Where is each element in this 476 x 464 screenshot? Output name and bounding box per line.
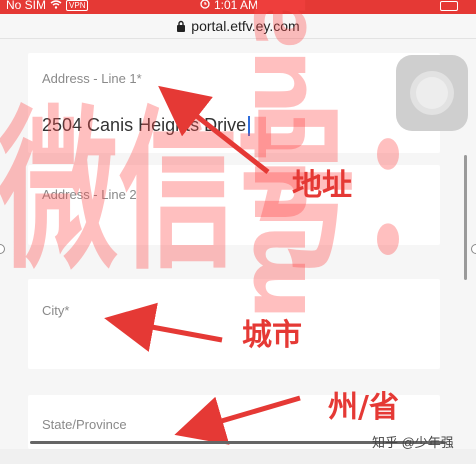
arrow-city	[104, 302, 223, 352]
annotation-city: 城市	[242, 318, 302, 353]
bottom-bar	[0, 449, 476, 464]
annotation-state: 州/省	[328, 390, 399, 425]
arrow-address	[158, 85, 270, 174]
arrow-state	[174, 395, 301, 445]
annotation-address: 地址	[292, 168, 352, 203]
credit-watermark: 知乎 @少年强	[372, 435, 454, 450]
annotation-arrows	[104, 85, 301, 445]
